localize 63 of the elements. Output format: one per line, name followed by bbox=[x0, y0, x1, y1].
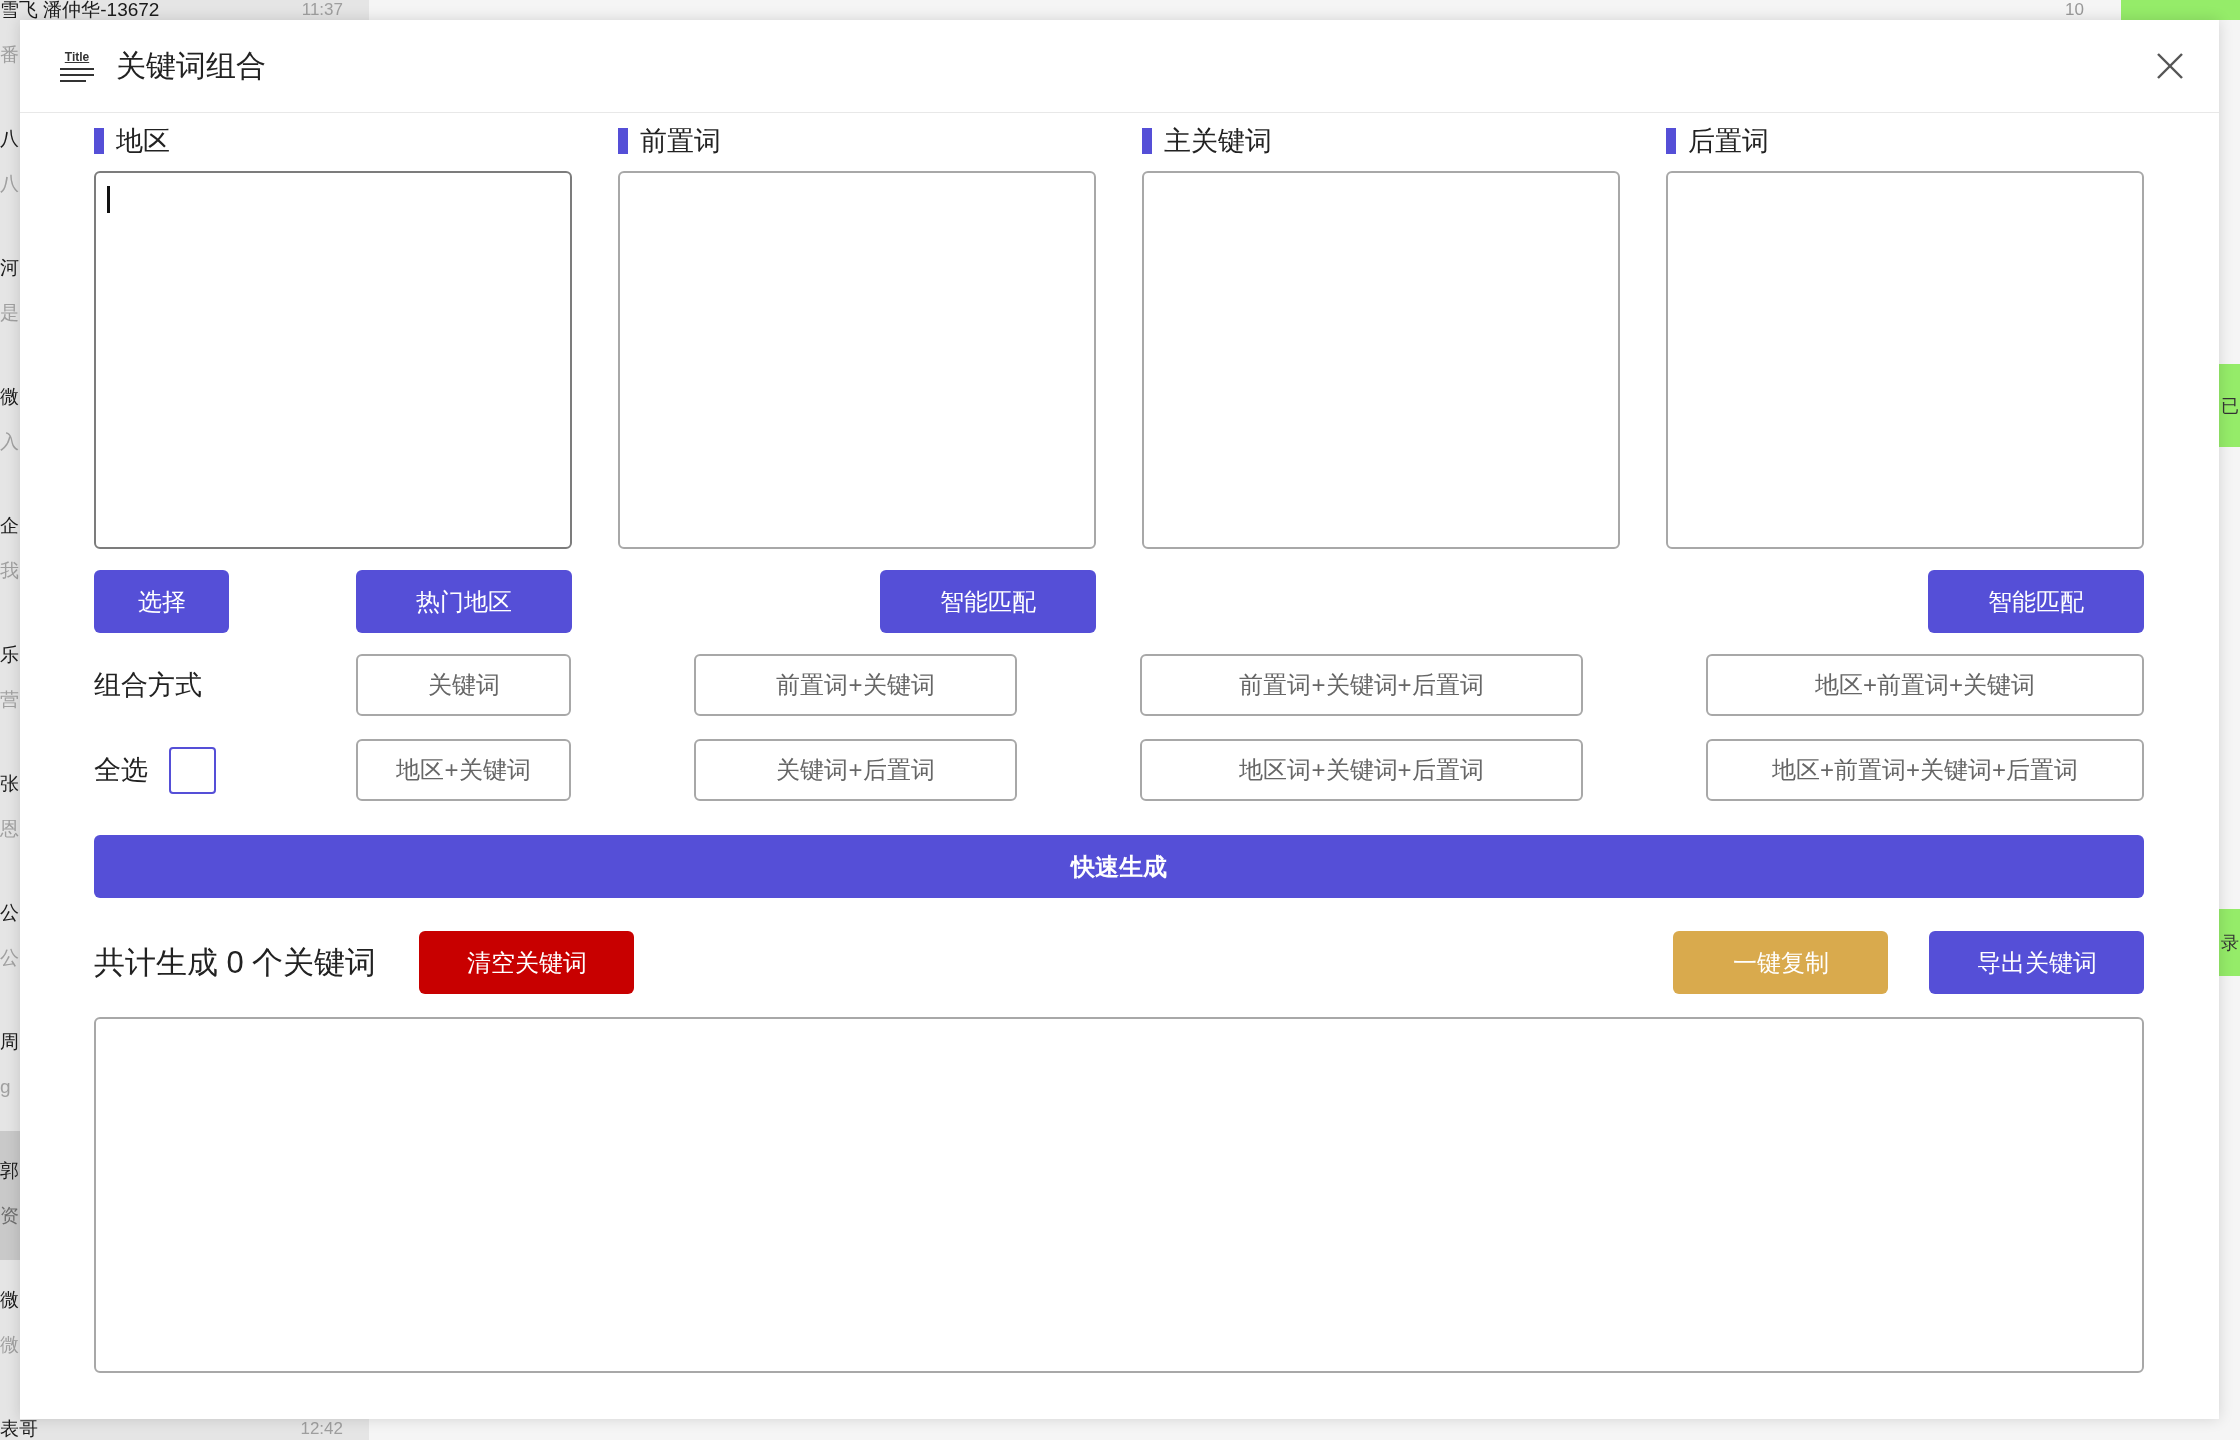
action-button[interactable]: 选择 bbox=[94, 570, 229, 633]
message-time: 12:42 bbox=[300, 1419, 343, 1439]
message-preview: 入 bbox=[0, 431, 19, 453]
contact-name: 微 bbox=[0, 387, 19, 407]
text-area[interactable] bbox=[618, 171, 1096, 549]
section-label: 主关键词 bbox=[1164, 125, 1272, 158]
dialog-title: 关键词组合 bbox=[116, 47, 266, 84]
message-preview: 我 bbox=[0, 560, 19, 582]
combination-option[interactable]: 地区+前置词+关键词+后置词 bbox=[1706, 739, 2144, 801]
message-preview: 恩 bbox=[0, 818, 19, 840]
section-marker-icon bbox=[1142, 128, 1152, 154]
contact-name: 张 bbox=[0, 774, 19, 794]
select-all-label: 全选 bbox=[94, 754, 148, 787]
section-label: 地区 bbox=[116, 125, 170, 158]
message-preview: g bbox=[0, 1076, 11, 1098]
combination-option[interactable]: 地区+前置词+关键词 bbox=[1706, 654, 2144, 716]
combination-label: 组合方式 bbox=[94, 669, 202, 702]
combination-option[interactable]: 关键词+后置词 bbox=[694, 739, 1017, 801]
contact-name: 郭 bbox=[0, 1161, 19, 1181]
combination-option[interactable]: 前置词+关键词 bbox=[694, 654, 1017, 716]
combination-option[interactable]: 关键词 bbox=[356, 654, 571, 716]
section-marker-icon bbox=[618, 128, 628, 154]
close-icon[interactable] bbox=[2157, 53, 2183, 79]
combination-option[interactable]: 地区词+关键词+后置词 bbox=[1140, 739, 1583, 801]
keyword-count-text: 共计生成 0 个关键词 bbox=[94, 943, 377, 982]
contact-name: 微 bbox=[0, 1290, 19, 1310]
message-preview: 微 bbox=[0, 1334, 19, 1356]
contact-name: 雪飞 潘仲华-13672 bbox=[0, 0, 160, 20]
message-time: 11:37 bbox=[301, 0, 343, 20]
output-text-area[interactable] bbox=[94, 1017, 2144, 1373]
message-preview: 资 bbox=[0, 1205, 19, 1227]
section-marker-icon bbox=[94, 128, 104, 154]
section-label: 后置词 bbox=[1688, 125, 1769, 158]
combination-option[interactable]: 前置词+关键词+后置词 bbox=[1140, 654, 1583, 716]
header-button[interactable] bbox=[2121, 0, 2240, 20]
action-button[interactable]: 智能匹配 bbox=[1928, 570, 2144, 633]
chat-time: 10 bbox=[2065, 0, 2084, 20]
text-area[interactable] bbox=[94, 171, 572, 549]
action-button[interactable]: 智能匹配 bbox=[880, 570, 1096, 633]
contact-name: 企 bbox=[0, 516, 19, 536]
generate-button[interactable]: 快速生成 bbox=[94, 835, 2144, 898]
side-tab[interactable]: 已 bbox=[2219, 364, 2240, 447]
side-tab[interactable]: 录 bbox=[2219, 909, 2240, 976]
contact-name: 公 bbox=[0, 903, 19, 923]
text-area[interactable] bbox=[1666, 171, 2144, 549]
section-label: 前置词 bbox=[640, 125, 721, 158]
message-preview: 是 bbox=[0, 302, 19, 324]
message-preview: 八 bbox=[0, 173, 19, 195]
contact-name: 河 bbox=[0, 258, 19, 278]
contact-name: 表哥 bbox=[0, 1419, 38, 1439]
text-area[interactable] bbox=[1142, 171, 1620, 549]
message-preview: 公 bbox=[0, 947, 19, 969]
action-button[interactable]: 导出关键词 bbox=[1929, 931, 2144, 994]
contact-name: 八 bbox=[0, 129, 19, 149]
select-all-checkbox[interactable] bbox=[169, 746, 216, 794]
text-cursor bbox=[107, 186, 110, 213]
contact-name: 乐 bbox=[0, 645, 19, 665]
message-preview: 营 bbox=[0, 689, 19, 711]
contact-name: 周 bbox=[0, 1032, 19, 1052]
action-button[interactable]: 热门地区 bbox=[356, 570, 572, 633]
section-marker-icon bbox=[1666, 128, 1676, 154]
action-button[interactable]: 清空关键词 bbox=[419, 931, 635, 994]
combination-option[interactable]: 地区+关键词 bbox=[356, 739, 571, 801]
